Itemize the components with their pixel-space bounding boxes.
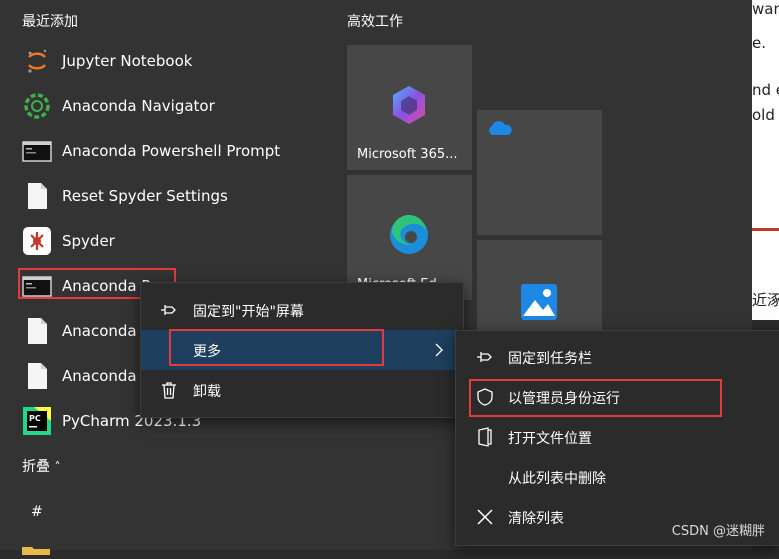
menu-item-label: 清除列表 xyxy=(508,511,564,527)
menu-item-open-file-location[interactable]: 打开文件位置 xyxy=(456,417,779,457)
chevron-right-icon xyxy=(429,340,449,360)
menu-item-run-as-admin[interactable]: 以管理员身份运行 xyxy=(456,377,779,417)
pin-icon xyxy=(475,347,495,367)
menu-item-pin-to-start[interactable]: 固定到"开始"屏幕 xyxy=(141,290,463,330)
background-text: 近涿 xyxy=(752,291,779,309)
pycharm-icon: PC xyxy=(22,406,52,436)
menu-item-label: 打开文件位置 xyxy=(508,431,592,447)
menu-item-label: 以管理员身份运行 xyxy=(508,391,620,407)
menu-item-pin-to-taskbar[interactable]: 固定到任务栏 xyxy=(456,337,779,377)
menu-item-label: 从此列表中删除 xyxy=(508,471,606,487)
recently-added-heading: 最近添加 xyxy=(22,14,78,30)
app-label: Anaconda Powershell Prompt xyxy=(62,142,281,160)
terminal-icon xyxy=(22,136,52,166)
app-item-reset-spyder-settings[interactable]: Reset Spyder Settings xyxy=(0,174,320,219)
app-item-anaconda-powershell-prompt[interactable]: Anaconda Powershell Prompt xyxy=(0,129,320,174)
collapse-button[interactable]: 折叠 ˄ xyxy=(22,456,60,476)
menu-item-label: 卸载 xyxy=(193,384,221,400)
app-label: Jupyter Notebook xyxy=(62,52,193,70)
menu-item-remove-from-list[interactable]: 从此列表中删除 xyxy=(456,457,779,497)
menu-item-uninstall[interactable]: 卸载 xyxy=(141,370,463,410)
pin-icon xyxy=(159,300,179,320)
menu-item-more[interactable]: 更多 xyxy=(141,330,461,370)
background-text: old A xyxy=(752,106,779,124)
folder-open-icon xyxy=(475,427,495,447)
tile-label: Microsoft 365... xyxy=(357,147,458,162)
document-icon xyxy=(22,181,52,211)
watermark: CSDN @迷糊胖 xyxy=(671,524,765,539)
background-text: e. xyxy=(752,34,766,52)
app-item-anaconda-navigator[interactable]: Anaconda Navigator xyxy=(0,84,320,129)
app-label: Anaconda xyxy=(62,322,137,340)
terminal-icon xyxy=(22,271,52,301)
app-label: Anaconda Navigator xyxy=(62,97,215,115)
app-label: Anaconda P xyxy=(62,277,151,295)
menu-item-label: 固定到"开始"屏幕 xyxy=(193,304,304,320)
context-menu: 固定到"开始"屏幕 更多 卸载 xyxy=(140,282,464,418)
spyder-icon xyxy=(22,226,52,256)
productivity-heading: 高效工作 xyxy=(347,14,403,30)
shield-icon xyxy=(475,387,495,407)
anaconda-navigator-icon xyxy=(22,91,52,121)
menu-item-label: 固定到任务栏 xyxy=(508,351,592,367)
collapse-label: 折叠 xyxy=(22,459,50,475)
microsoft-365-icon xyxy=(387,83,431,131)
background-text: nd e xyxy=(752,81,779,99)
jupyter-icon xyxy=(22,46,52,76)
app-item-jupyter-notebook[interactable]: Jupyter Notebook xyxy=(0,39,320,84)
background-line xyxy=(752,228,779,231)
close-icon xyxy=(475,507,495,527)
trash-icon xyxy=(159,380,179,400)
letter-index-hash[interactable]: # xyxy=(31,504,43,520)
document-icon xyxy=(22,361,52,391)
app-label: Reset Spyder Settings xyxy=(62,187,228,205)
edge-icon xyxy=(387,213,431,261)
app-label: Spyder xyxy=(62,232,115,250)
background-text: wan xyxy=(752,0,779,18)
onedrive-icon xyxy=(486,120,512,140)
document-icon xyxy=(22,316,52,346)
svg-text:PC: PC xyxy=(29,414,41,423)
submenu: 固定到任务栏 以管理员身份运行 打开文件位置 从此列表中删除 清除列表 xyxy=(455,330,779,546)
photos-icon xyxy=(519,282,559,326)
tile-photos[interactable] xyxy=(477,240,602,330)
tile-microsoft-365[interactable]: Microsoft 365... xyxy=(347,45,472,170)
chevron-up-icon: ˄ xyxy=(54,460,61,474)
app-item-spyder[interactable]: Spyder xyxy=(0,219,320,264)
menu-item-label: 更多 xyxy=(193,344,221,360)
app-label: Anaconda xyxy=(62,367,137,385)
tile-onedrive[interactable] xyxy=(477,110,602,235)
